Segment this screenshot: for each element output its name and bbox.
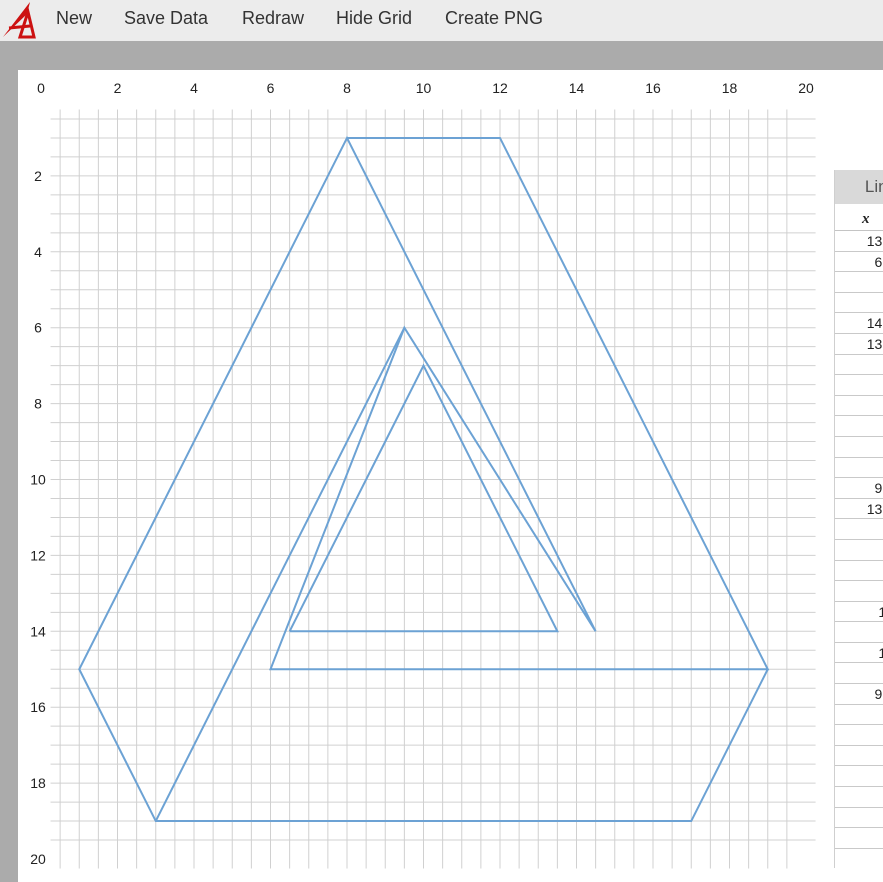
x-tick-label: 6 — [267, 80, 275, 96]
table-cell-x[interactable]: 6.5 — [835, 252, 883, 273]
y-tick-label: 14 — [30, 623, 46, 639]
redraw-button[interactable]: Redraw — [242, 8, 304, 29]
x-tick-label: 18 — [722, 80, 738, 96]
x-tick-label: 10 — [416, 80, 432, 96]
table-cell-x[interactable] — [835, 663, 883, 685]
x-tick-label: 8 — [343, 80, 351, 96]
table-cell-x[interactable] — [835, 540, 883, 561]
table-cell-x[interactable]: 9.5 — [835, 478, 883, 499]
table-cell-x[interactable]: 13.5 — [835, 334, 883, 355]
table-cell-x[interactable] — [835, 746, 883, 767]
table-cell-x[interactable] — [835, 766, 883, 788]
table-cell-x[interactable]: 13.5 — [835, 499, 883, 520]
table-cell-x[interactable]: 13.5 — [835, 231, 883, 252]
save-data-button[interactable]: Save Data — [124, 8, 208, 29]
table-cell-x[interactable]: 19 — [835, 643, 883, 664]
x-tick-label: 12 — [492, 80, 508, 96]
y-tick-label: 18 — [30, 775, 46, 791]
create-png-button[interactable]: Create PNG — [445, 8, 543, 29]
table-cell-x[interactable] — [835, 561, 883, 582]
y-tick-label: 10 — [30, 472, 46, 488]
y-tick-label: 20 — [30, 851, 46, 867]
table-cell-x[interactable] — [835, 355, 883, 376]
y-tick-label: 8 — [34, 396, 42, 412]
table-cell-x[interactable]: 1 — [835, 808, 883, 829]
drawing-panel: 024681012141618202468101214161820 Line x… — [18, 70, 883, 882]
table-cell-x[interactable]: 3 — [835, 828, 883, 849]
x-tick-label: 20 — [798, 80, 814, 96]
data-table: Line x 13.56.5814.513.59.513.5106199.538… — [834, 170, 883, 868]
table-cell-x[interactable]: 8 — [835, 293, 883, 314]
table-body: 13.56.5814.513.59.513.5106199.53813 — [835, 231, 883, 849]
table-cell-x[interactable] — [835, 375, 883, 396]
y-tick-label: 16 — [30, 699, 46, 715]
x-tick-label: 0 — [37, 80, 45, 96]
y-tick-label: 12 — [30, 547, 46, 563]
y-tick-label: 6 — [34, 320, 42, 336]
table-cell-x[interactable] — [835, 272, 883, 293]
table-cell-x[interactable]: 14.5 — [835, 313, 883, 334]
table-cell-x[interactable]: 8 — [835, 787, 883, 808]
table-cell-x[interactable] — [835, 725, 883, 746]
x-tick-label: 16 — [645, 80, 661, 96]
column-header-x: x — [835, 204, 883, 231]
x-tick-label: 14 — [569, 80, 585, 96]
hide-grid-button[interactable]: Hide Grid — [336, 8, 412, 29]
x-tick-label: 2 — [114, 80, 122, 96]
table-cell-x[interactable] — [835, 437, 883, 458]
table-cell-x[interactable] — [835, 458, 883, 479]
table-cell-x[interactable] — [835, 519, 883, 540]
y-tick-label: 2 — [34, 168, 42, 184]
plot-area[interactable]: 0 2 4 6 8 10 12 14 16 18 20 2 4 6 8 10 12 14 16 18 20 — [18, 70, 818, 882]
table-cell-x[interactable] — [835, 581, 883, 602]
new-button[interactable]: New — [56, 8, 92, 29]
table-title: Line — [835, 170, 883, 204]
menu-bar: New Save Data Redraw Hide Grid Create PN… — [0, 0, 883, 41]
table-cell-x[interactable] — [835, 396, 883, 417]
x-tick-label: 4 — [190, 80, 198, 96]
app-logo-icon — [3, 2, 36, 39]
table-cell-x[interactable] — [835, 416, 883, 437]
table-cell-x[interactable]: 3 — [835, 705, 883, 726]
y-tick-label: 4 — [34, 244, 42, 260]
table-cell-x[interactable]: 9.5 — [835, 684, 883, 705]
table-cell-x[interactable]: 6 — [835, 622, 883, 643]
table-cell-x[interactable]: 10 — [835, 602, 883, 623]
